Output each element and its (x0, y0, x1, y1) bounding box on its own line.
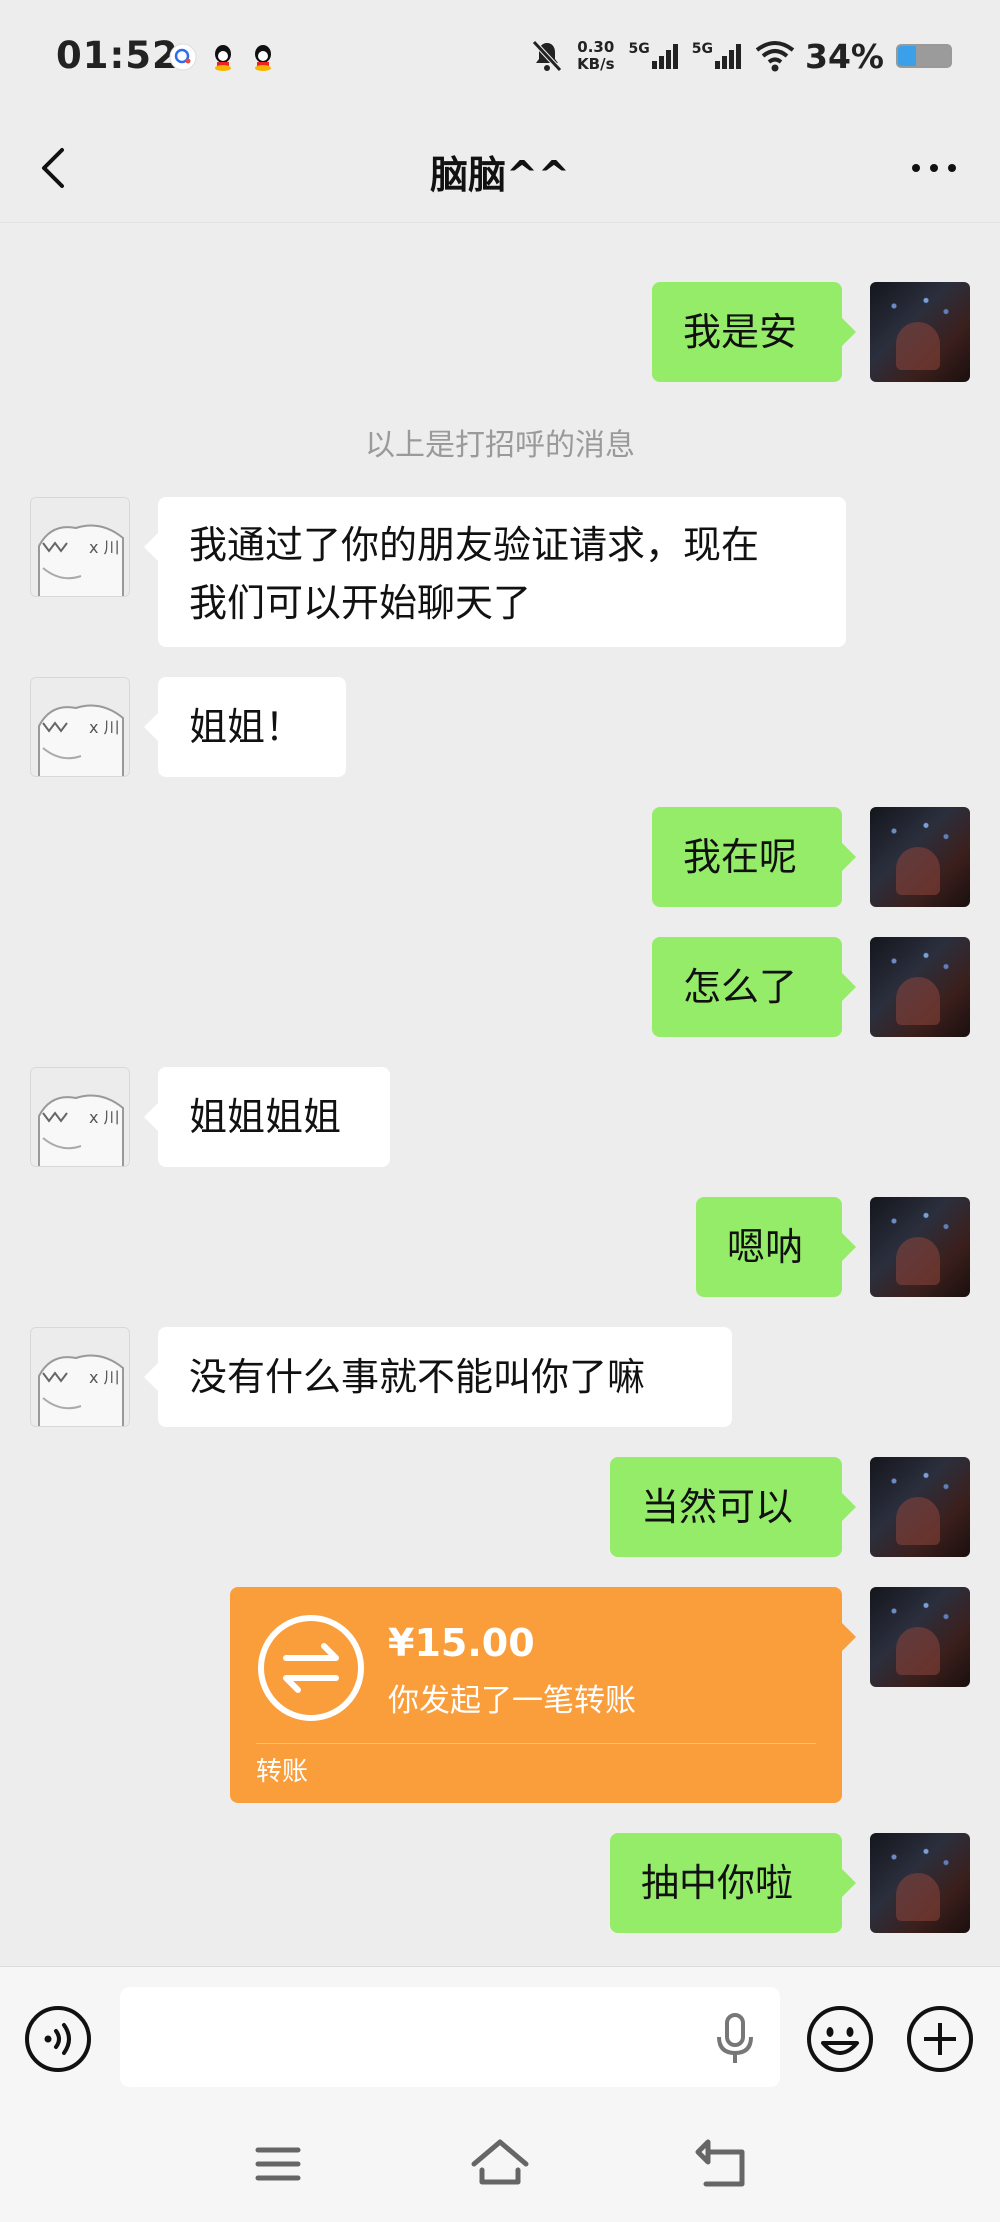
network-speed-unit: KB/s (577, 55, 615, 73)
contact-avatar-image: x 川 (31, 498, 129, 596)
battery-icon (896, 44, 952, 68)
menu-icon[interactable] (242, 2128, 314, 2200)
contact-avatar[interactable]: x 川 (30, 497, 130, 597)
input-bar (0, 1966, 1000, 2109)
network-speed: 0.30 KB/s (577, 39, 614, 73)
message-bubble-other[interactable]: 没有什么事就不能叫你了嘛 (144, 1327, 732, 1427)
contact-avatar[interactable]: x 川 (30, 677, 130, 777)
transfer-card[interactable]: ¥15.00 你发起了一笔转账 转账 (230, 1587, 856, 1803)
sim1-label: 5G (628, 41, 650, 57)
signal-bars-icon (651, 44, 678, 69)
self-avatar[interactable] (870, 1587, 970, 1687)
self-avatar[interactable] (870, 1197, 970, 1297)
message-text-line: 我们可以开始聊天了 (189, 581, 532, 625)
signal-sim2: 5G (691, 41, 743, 69)
message-bubble-self[interactable]: 我在呢 (652, 807, 856, 907)
self-avatar[interactable] (870, 807, 970, 907)
message-bubble-self[interactable]: 怎么了 (652, 937, 856, 1037)
wifi-icon (755, 41, 795, 72)
transfer-amount: ¥15.00 (388, 1621, 535, 1665)
message-bubble-other[interactable]: 姐姐！ (144, 677, 346, 777)
contact-avatar[interactable]: x 川 (30, 1067, 130, 1167)
message-input[interactable] (120, 1987, 780, 2087)
status-bar: 01:52 0.30 KB/s 5G 5G 34% (0, 0, 1000, 118)
contact-avatar-image: x 川 (31, 1068, 129, 1166)
battery-fill (898, 46, 916, 66)
mic-icon[interactable] (710, 2011, 760, 2067)
home-icon[interactable] (464, 2128, 536, 2200)
greeting-note: 以上是打招呼的消息 (365, 428, 635, 463)
svg-text:x 川: x 川 (89, 1368, 120, 1387)
transfer-description: 你发起了一笔转账 (388, 1683, 636, 1719)
search-app-notification-icon (169, 43, 197, 71)
message-bubble-self[interactable]: 我是安 (652, 282, 856, 382)
mute-bell-icon (532, 40, 562, 72)
contact-avatar[interactable]: x 川 (30, 1327, 130, 1427)
signal-sim1: 5G (628, 41, 680, 69)
message-bubble-self[interactable]: 嗯呐 (696, 1197, 856, 1297)
svg-text:x 川: x 川 (89, 1108, 120, 1127)
voice-icon[interactable] (24, 2005, 92, 2073)
chat-title: 脑脑^^ (430, 153, 570, 197)
network-speed-value: 0.30 (577, 38, 615, 56)
transfer-arrows-icon (258, 1615, 364, 1721)
contact-avatar-image: x 川 (31, 678, 129, 776)
contact-avatar-image: x 川 (31, 1328, 129, 1426)
battery-percent: 34% (805, 36, 884, 76)
qq-notification-icon (215, 45, 231, 71)
self-avatar[interactable] (870, 1833, 970, 1933)
message-bubble-self[interactable]: 抽中你啦 (610, 1833, 856, 1933)
transfer-label: 转账 (256, 1757, 309, 1787)
self-avatar[interactable] (870, 282, 970, 382)
svg-text:x 川: x 川 (89, 718, 120, 737)
sim2-label: 5G (691, 41, 713, 57)
message-bubble-other[interactable]: 我通过了你的朋友验证请求，现在 我们可以开始聊天了 (144, 497, 846, 647)
status-indicators: 0.30 KB/s 5G 5G 34% (529, 34, 952, 78)
emoji-icon[interactable] (806, 2005, 874, 2073)
plus-icon[interactable] (906, 2005, 974, 2073)
chat-header: 脑脑^^ (0, 118, 1000, 223)
status-time: 01:52 (56, 34, 179, 77)
self-avatar[interactable] (870, 1457, 970, 1557)
more-options-icon[interactable] (904, 146, 964, 190)
signal-bars-icon (715, 44, 741, 69)
nav-back-icon[interactable] (686, 2128, 758, 2200)
message-bubble-other[interactable]: 姐姐姐姐 (144, 1067, 390, 1167)
svg-text:x 川: x 川 (89, 538, 120, 557)
self-avatar[interactable] (870, 937, 970, 1037)
system-nav-bar (0, 2108, 1000, 2222)
qq-notification-icon (255, 45, 271, 71)
message-bubble-self[interactable]: 当然可以 (610, 1457, 856, 1557)
message-text-line: 我通过了你的朋友验证请求，现在 (189, 523, 760, 567)
transfer-divider (256, 1743, 816, 1744)
